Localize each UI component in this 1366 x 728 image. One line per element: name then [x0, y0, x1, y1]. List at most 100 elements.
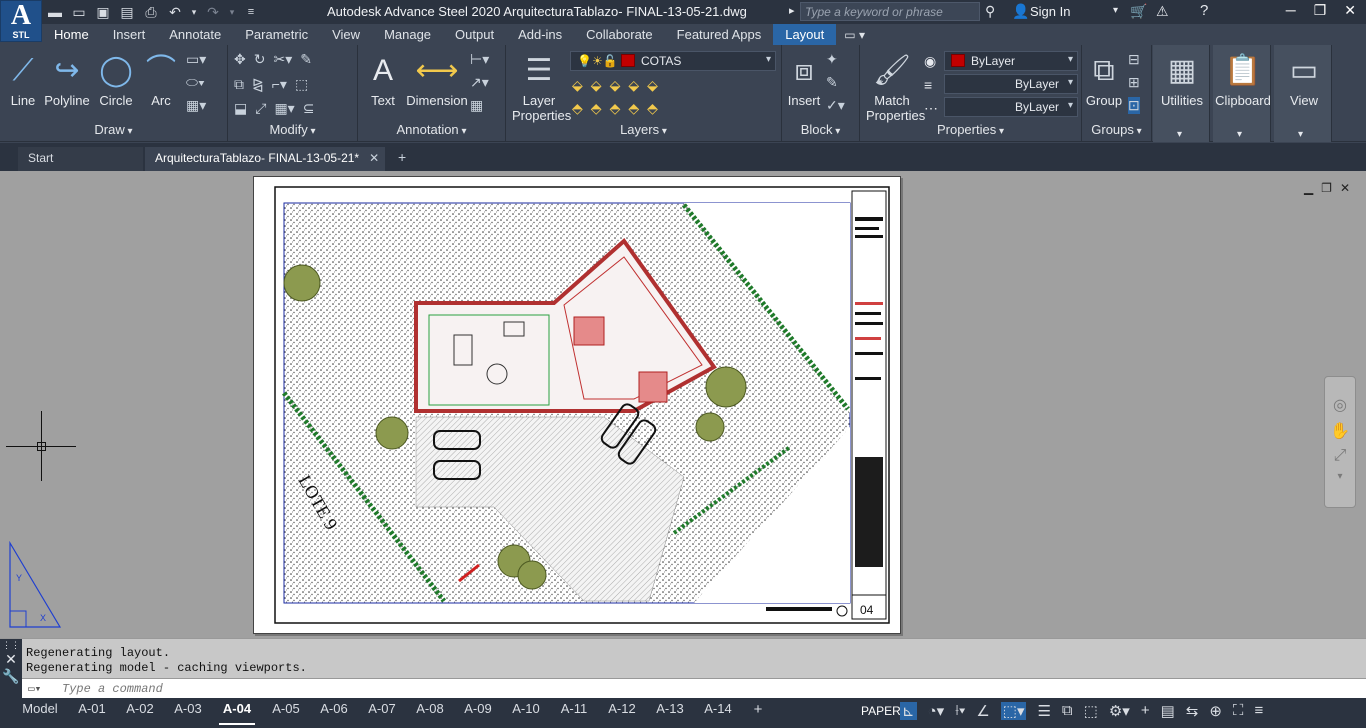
lineweight-toggle-icon[interactable]: ☰: [1037, 702, 1050, 720]
layers-panel-title[interactable]: Layers: [506, 122, 781, 140]
color-wheel-icon[interactable]: ◉: [924, 53, 936, 70]
drawing-canvas[interactable]: LOTE 9 04 ▁ ❐ ✕ ◎ ✋ ⤢ ▾ Y X: [0, 171, 1366, 638]
group-edit-icon[interactable]: ⊞: [1128, 74, 1140, 91]
connect-icon[interactable]: ⚠: [1156, 3, 1169, 20]
tab-insert[interactable]: Insert: [101, 24, 158, 45]
help-icon[interactable]: ?: [1200, 2, 1208, 19]
text-button[interactable]: A Text: [366, 49, 400, 108]
new-tab-icon[interactable]: +: [396, 147, 408, 171]
layer-thaw-icon[interactable]: ⬘: [610, 100, 621, 117]
utilities-panel[interactable]: ▦ Utilities ▾: [1153, 45, 1210, 142]
hardware-acceleration-icon[interactable]: ⊕: [1209, 702, 1222, 720]
undo-dropdown-icon[interactable]: ▾: [190, 7, 198, 18]
layout-tab-a04[interactable]: A-04: [219, 700, 255, 725]
tab-annotate[interactable]: Annotate: [157, 24, 233, 45]
edit-block-icon[interactable]: ✎: [826, 74, 845, 91]
clean-screen-icon[interactable]: ⛶: [1233, 702, 1244, 720]
object-snap-icon[interactable]: ∠: [976, 702, 989, 720]
layout-tab-a12[interactable]: A-12: [604, 700, 640, 720]
layout-tab-a03[interactable]: A-03: [170, 700, 206, 720]
tab-layout[interactable]: Layout: [773, 24, 837, 45]
layout-tab-a09[interactable]: A-09: [460, 700, 496, 720]
sign-in-button[interactable]: Sign In: [1030, 4, 1070, 19]
ellipse-icon[interactable]: ⬭▾: [186, 74, 206, 91]
clipboard-button[interactable]: 📋 Clipboard: [1215, 49, 1271, 108]
layer-freeze-icon[interactable]: ⬙: [610, 77, 621, 94]
add-layout-icon[interactable]: +: [750, 700, 766, 720]
linear-dim-icon[interactable]: ⊢▾: [470, 51, 489, 68]
paper-space-button[interactable]: PAPER: [861, 704, 901, 718]
offset-icon[interactable]: ⊆: [303, 100, 315, 117]
array-icon[interactable]: ▦▾: [274, 100, 294, 117]
restore-icon[interactable]: ❐: [1314, 2, 1327, 19]
utilities-button[interactable]: ▦ Utilities: [1155, 49, 1209, 108]
match-properties-button[interactable]: 🖌 Match Properties: [866, 49, 925, 123]
search-expand-icon[interactable]: ▸: [789, 4, 795, 17]
open-file-icon[interactable]: ▭: [70, 4, 88, 21]
customize-icon[interactable]: 🔧: [0, 668, 22, 685]
layout-tab-a05[interactable]: A-05: [268, 700, 304, 720]
quick-properties-icon[interactable]: ⧉: [1062, 702, 1073, 720]
undo-icon[interactable]: ↶: [166, 4, 184, 21]
close-tab-icon[interactable]: ✕: [369, 151, 379, 165]
scale-icon[interactable]: ⤢: [255, 100, 266, 117]
explode-icon[interactable]: ⬚: [295, 76, 308, 93]
binoculars-icon[interactable]: ⚲: [985, 3, 995, 20]
command-input[interactable]: ▭▾ Type a command: [22, 678, 1366, 699]
lineweight-dropdown[interactable]: ByLayer: [944, 74, 1078, 94]
dimension-button[interactable]: ⟷ Dimension: [406, 49, 468, 108]
move-icon[interactable]: ✥: [234, 51, 246, 68]
utilities-expand-icon[interactable]: ▾: [1177, 129, 1182, 140]
layer-lock-icon[interactable]: ⬙: [628, 77, 639, 94]
polar-tracking-icon[interactable]: ◔▾: [928, 702, 945, 720]
layer-properties-button[interactable]: ☰ Layer Properties: [512, 49, 571, 123]
groups-panel-title[interactable]: Groups: [1082, 122, 1151, 140]
block-attributes-icon[interactable]: ✓▾: [826, 97, 845, 114]
save-as-icon[interactable]: ▤: [118, 4, 136, 21]
insert-block-button[interactable]: ⧈ Insert: [784, 49, 824, 108]
annotation-panel-title[interactable]: Annotation: [358, 122, 505, 140]
layout-tab-a02[interactable]: A-02: [122, 700, 158, 720]
tab-home[interactable]: Home: [42, 24, 101, 45]
snap-mode-icon[interactable]: ⊾: [900, 702, 917, 720]
linetype-dropdown[interactable]: ByLayer: [944, 97, 1078, 117]
rotate-icon[interactable]: ↻: [254, 51, 266, 68]
customize-qat-icon[interactable]: ≡: [242, 6, 260, 18]
pan-icon[interactable]: ✋: [1330, 421, 1350, 441]
erase-icon[interactable]: ✎: [300, 51, 312, 68]
start-tab[interactable]: Start: [18, 147, 143, 171]
isolate-objects-icon[interactable]: ▤: [1161, 702, 1175, 720]
layer-on-icon[interactable]: ⬘: [572, 100, 583, 117]
cart-icon[interactable]: 🛒: [1130, 3, 1147, 20]
layout-tab-a01[interactable]: A-01: [74, 700, 110, 720]
polyline-button[interactable]: ↪ Polyline: [42, 49, 92, 108]
zoom-extents-icon[interactable]: ⤢: [1334, 447, 1347, 465]
new-file-icon[interactable]: ▬: [46, 4, 64, 20]
layout-tab-a10[interactable]: A-10: [508, 700, 544, 720]
arc-button[interactable]: ⌒ Arc: [146, 49, 176, 108]
navigation-bar[interactable]: ◎ ✋ ⤢ ▾: [1324, 376, 1356, 508]
close-command-line-icon[interactable]: ✕: [0, 651, 22, 668]
table-icon[interactable]: ▦: [470, 97, 489, 114]
fillet-icon[interactable]: ⌐▾: [272, 76, 287, 93]
grip-icon[interactable]: ⋮⋮: [0, 639, 22, 651]
layout-tab-a11[interactable]: A-11: [556, 700, 592, 720]
mirror-icon[interactable]: ⧎: [252, 76, 264, 93]
tab-view[interactable]: View: [320, 24, 372, 45]
layout-tab-a07[interactable]: A-07: [364, 700, 400, 720]
print-icon[interactable]: ⎙: [142, 4, 160, 21]
view-panel[interactable]: ▭ View ▾: [1274, 45, 1332, 142]
stretch-icon[interactable]: ⬓: [234, 100, 247, 117]
layer-off-icon[interactable]: ⬙: [572, 77, 583, 94]
search-input[interactable]: Type a keyword or phrase: [800, 2, 980, 21]
layout-tab-a08[interactable]: A-08: [412, 700, 448, 720]
layer-dropdown[interactable]: 💡☀🔓 COTAS: [570, 51, 776, 71]
modify-panel-title[interactable]: Modify: [228, 122, 357, 140]
add-icon[interactable]: +: [1141, 702, 1150, 720]
properties-panel-title[interactable]: Properties: [860, 122, 1081, 140]
clipboard-expand-icon[interactable]: ▾: [1237, 129, 1242, 140]
viewport-close-icon[interactable]: ✕: [1340, 181, 1350, 195]
rectangle-icon[interactable]: ▭▾: [186, 51, 206, 68]
leader-icon[interactable]: ↗▾: [470, 74, 489, 91]
view-expand-icon[interactable]: ▾: [1298, 129, 1303, 140]
